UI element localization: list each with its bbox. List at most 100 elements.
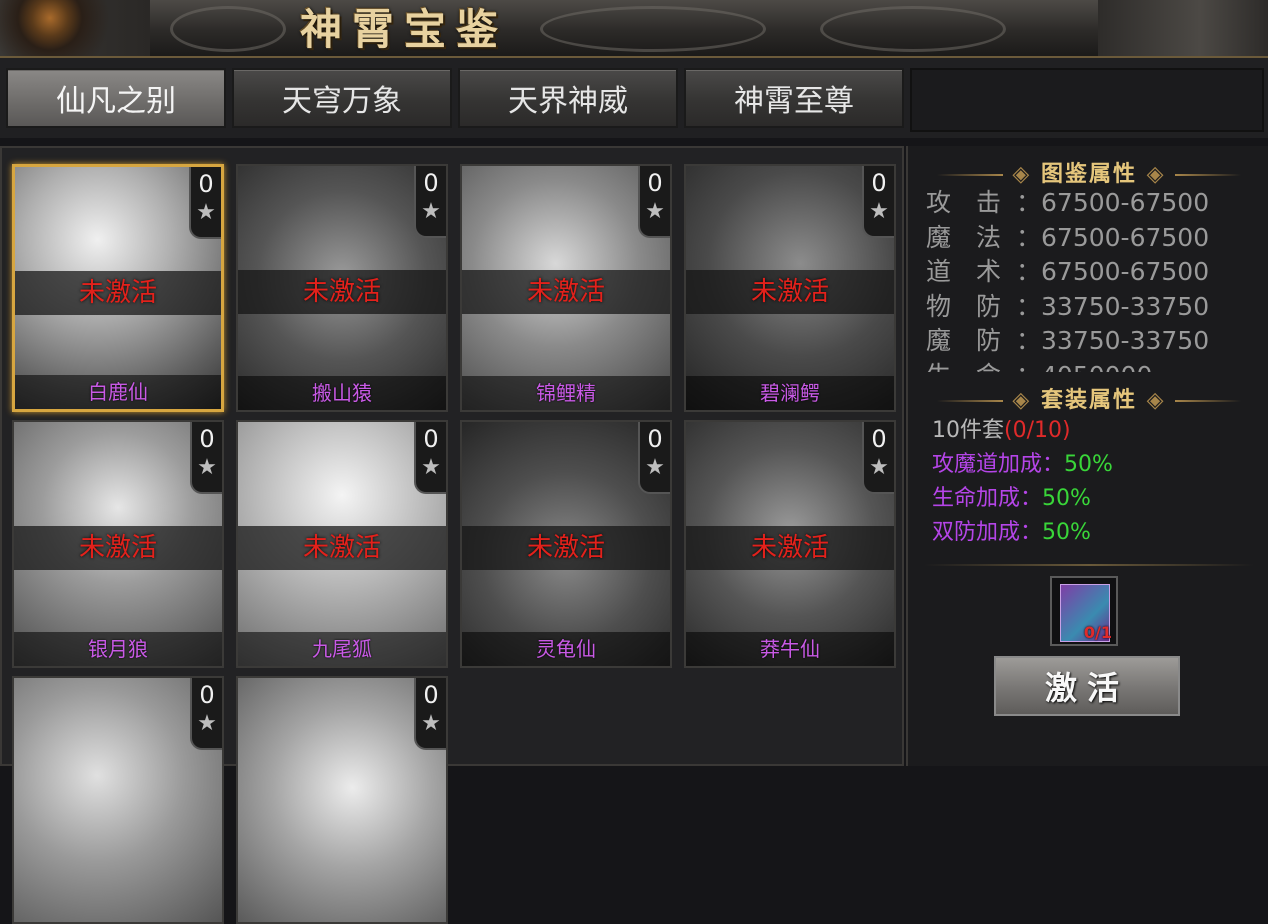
- card-lingguixian[interactable]: 未激活 灵龟仙 0 ★: [460, 420, 672, 668]
- stat-label: 魔防: [926, 326, 1027, 355]
- stat-colon: ：: [1016, 188, 1042, 217]
- ornament-icon: ◈: [1146, 161, 1166, 187]
- stat-value: 33750-33750: [1041, 291, 1210, 321]
- star-count: 0 ★: [862, 422, 894, 494]
- divider: [924, 564, 1254, 566]
- ornament-icon: ◈: [1012, 161, 1032, 187]
- status-label: 未激活: [526, 277, 605, 307]
- star-count: 0 ★: [638, 422, 670, 494]
- star-count: 0 ★: [414, 166, 446, 238]
- bonus-row: 攻魔道加成：50%: [932, 446, 1113, 478]
- star-icon: ★: [421, 199, 441, 224]
- bonus-label: 双防加成：: [932, 520, 1043, 545]
- count-number: 0: [647, 169, 663, 197]
- star-count: 0 ★: [190, 678, 222, 750]
- card-bilan-e[interactable]: 未激活 碧澜鳄 0 ★: [684, 164, 896, 412]
- item-slot[interactable]: 0/1: [1050, 576, 1118, 646]
- bonus-value: 50%: [1064, 452, 1113, 477]
- card-jinlijing[interactable]: 未激活 锦鲤精 0 ★: [460, 164, 672, 412]
- card-banshanyuan[interactable]: 未激活 搬山猿 0 ★: [236, 164, 448, 412]
- stat-row: 魔防：33750-33750: [926, 324, 1256, 359]
- star-icon: ★: [197, 711, 217, 736]
- card-bailuxian[interactable]: 未激活 白鹿仙 0 ★: [12, 164, 224, 412]
- card-ninth[interactable]: 0 ★: [12, 676, 224, 924]
- page-title: 神霄宝鉴: [300, 5, 509, 54]
- card-jiuweihu[interactable]: 未激活 九尾狐 0 ★: [236, 420, 448, 668]
- bonus-value: 50%: [1042, 520, 1091, 545]
- stat-label: 生命: [926, 359, 1016, 373]
- star-count: 0 ★: [414, 678, 446, 750]
- status-label: 未激活: [750, 277, 829, 307]
- card-name: 银月狼: [14, 632, 222, 666]
- ornament-icon: ◈: [1012, 387, 1032, 413]
- card-yinyuelang[interactable]: 未激活 银月狼 0 ★: [12, 420, 224, 668]
- count-number: 0: [199, 425, 215, 453]
- status-label: 未激活: [78, 278, 157, 308]
- count-number: 0: [423, 681, 439, 709]
- star-icon: ★: [645, 455, 665, 480]
- tab-xianfan[interactable]: 仙凡之别: [6, 68, 226, 128]
- card-mangniuxian[interactable]: 未激活 莽牛仙 0 ★: [684, 420, 896, 668]
- card-name: 搬山猿: [238, 376, 446, 410]
- star-count: 0 ★: [414, 422, 446, 494]
- divider-left: [936, 174, 1003, 176]
- card-tenth[interactable]: 0 ★: [236, 676, 448, 924]
- stat-row: 攻击：67500-67500: [926, 186, 1256, 221]
- star-icon: ★: [197, 455, 217, 480]
- tab-bar: 仙凡之别 天穹万象 天界神威 神霄至尊: [0, 58, 1268, 138]
- divider-right: [1175, 400, 1242, 402]
- stat-label: 物防: [926, 291, 1027, 321]
- status-label: 未激活: [302, 533, 381, 563]
- card-name: 莽牛仙: [686, 632, 894, 666]
- tab-shenxiao[interactable]: 神霄至尊: [684, 68, 904, 128]
- count-number: 0: [423, 425, 439, 453]
- status-label: 未激活: [750, 533, 829, 563]
- stat-value: 67500-67500: [1041, 188, 1210, 217]
- cloud-ornament: [170, 6, 286, 52]
- activate-button[interactable]: 激活: [994, 656, 1180, 716]
- attributes-header: ◈ 图鉴属性 ◈: [908, 156, 1268, 188]
- stat-label: 魔法: [926, 222, 1027, 252]
- star-count: 0 ★: [638, 166, 670, 238]
- stat-colon: ：: [1016, 291, 1042, 321]
- star-icon: ★: [196, 200, 216, 225]
- bonus-row: 生命加成：50%: [932, 480, 1091, 512]
- bonus-value: 50%: [1042, 486, 1091, 511]
- cloud-ornament: [540, 6, 766, 52]
- header-banner: 神霄宝鉴: [0, 0, 1268, 58]
- count-number: 0: [199, 681, 215, 709]
- stat-row: 道术：67500-67500: [926, 255, 1256, 290]
- count-number: 0: [871, 169, 887, 197]
- set-bonus-header: ◈ 套装属性 ◈: [908, 382, 1268, 414]
- tab-tianjie[interactable]: 天界神威: [458, 68, 678, 128]
- ornament-icon: ◈: [1146, 387, 1166, 413]
- set-progress-row: 10件套(0/10): [932, 412, 1071, 444]
- tab-tianqiong[interactable]: 天穹万象: [232, 68, 452, 128]
- item-quantity: 0/1: [1083, 623, 1112, 642]
- star-icon: ★: [645, 199, 665, 224]
- star-icon: ★: [869, 455, 889, 480]
- attributes-title: 图鉴属性: [1040, 161, 1137, 187]
- cloud-ornament: [820, 6, 1006, 52]
- stat-value: 4050000: [1041, 361, 1152, 373]
- tab-bar-filler: [910, 68, 1264, 132]
- stat-value: 67500-67500: [1041, 222, 1210, 252]
- stat-colon: ：: [1016, 326, 1042, 355]
- stat-colon: ：: [1016, 222, 1042, 252]
- status-label: 未激活: [526, 533, 605, 563]
- set-progress: (0/10): [1004, 418, 1071, 443]
- stat-row: 生命：4050000: [926, 359, 1256, 373]
- star-icon: ★: [421, 711, 441, 736]
- count-number: 0: [423, 169, 439, 197]
- count-number: 0: [647, 425, 663, 453]
- divider-left: [936, 400, 1003, 402]
- stat-row: 物防：33750-33750: [926, 290, 1256, 325]
- card-name: 白鹿仙: [15, 375, 221, 409]
- bonus-label: 攻魔道加成：: [932, 452, 1065, 477]
- star-count: 0 ★: [862, 166, 894, 238]
- stat-list[interactable]: 攻击：67500-67500 魔法：67500-67500 道术：67500-6…: [926, 186, 1256, 372]
- stat-colon: ：: [1016, 361, 1041, 373]
- status-label: 未激活: [302, 277, 381, 307]
- stat-value: 67500-67500: [1041, 257, 1210, 286]
- dragon-ornament-left: [0, 0, 150, 56]
